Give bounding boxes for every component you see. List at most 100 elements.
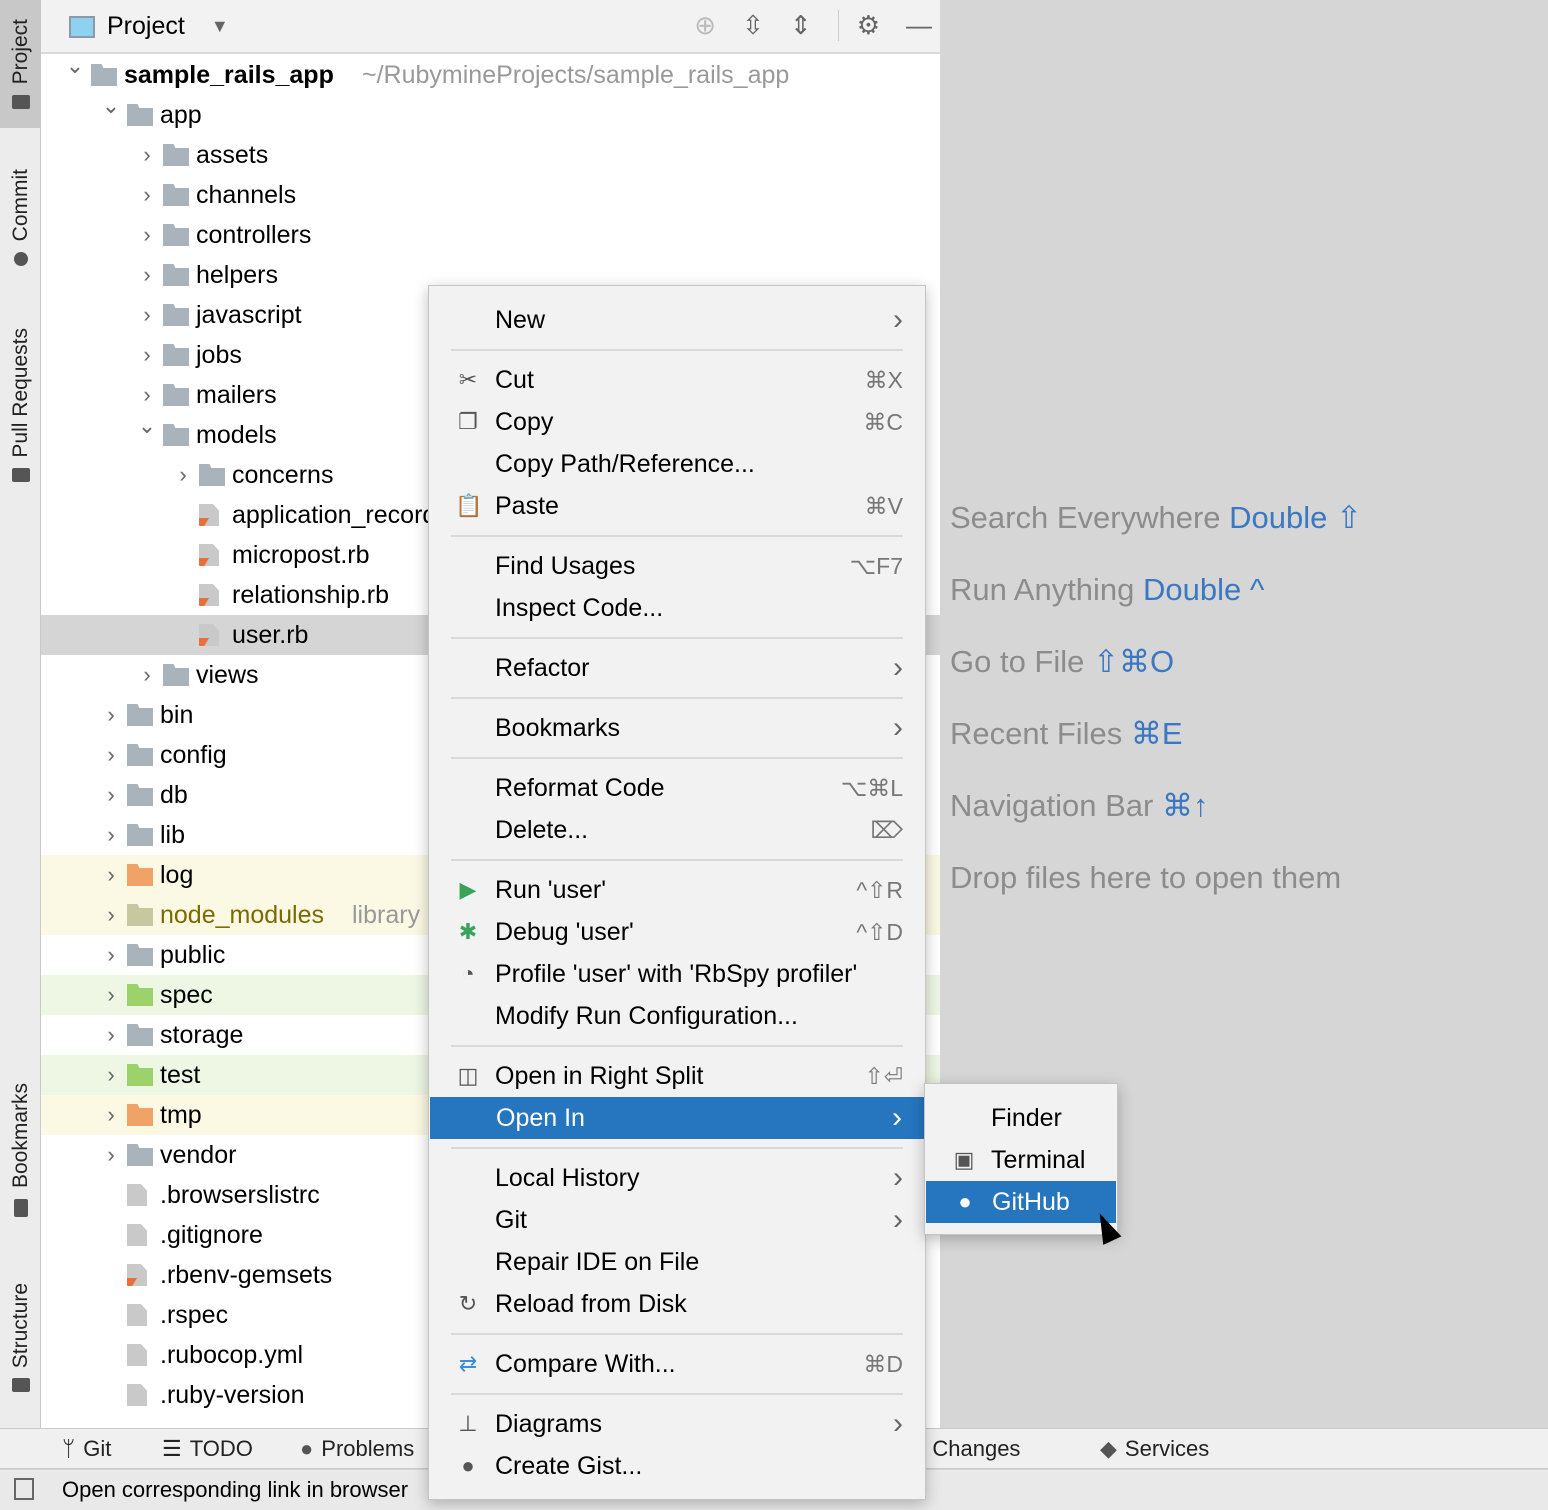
folder-icon <box>127 784 153 806</box>
folder-icon <box>127 984 153 1006</box>
chevron-right-icon[interactable]: › <box>101 822 121 848</box>
chevron-right-icon: › <box>893 1407 903 1441</box>
chevron-right-icon[interactable]: › <box>101 782 121 808</box>
tree-item-label: channels <box>196 181 296 210</box>
expand-all-icon[interactable]: ⇳ <box>742 10 764 41</box>
chevron-right-icon[interactable]: › <box>101 1102 121 1128</box>
tree-row[interactable]: ›assets <box>41 135 940 175</box>
menu-item-compare-with[interactable]: ⇄Compare With...⌘D <box>429 1343 925 1385</box>
chevron-right-icon[interactable]: › <box>101 702 121 728</box>
toolwindow-todo[interactable]: ☰TODO <box>162 1436 253 1462</box>
menu-item-repair-ide-on-file[interactable]: Repair IDE on File <box>429 1241 925 1283</box>
tree-item-label: node_modules <box>160 901 324 930</box>
panel-title: Project <box>107 12 185 41</box>
chevron-right-icon[interactable]: › <box>137 182 157 208</box>
gear-icon[interactable]: ⚙ <box>838 10 880 41</box>
tree-row[interactable]: › controllers <box>41 215 940 255</box>
menu-item-refactor[interactable]: Refactor › <box>429 647 925 689</box>
side-tab-pull-requests[interactable]: Pull Requests <box>0 310 41 500</box>
menu-item-profile-user-with-rbspy-profiler[interactable]: ◔Profile 'user' with 'RbSpy profiler' <box>429 953 925 995</box>
menu-item-label: Find Usages <box>495 552 635 581</box>
chevron-right-icon[interactable]: › <box>101 1022 121 1048</box>
menu-item-reload-from-disk[interactable]: ↻Reload from Disk <box>429 1283 925 1325</box>
chevron-right-icon[interactable]: › <box>137 342 157 368</box>
tree-row[interactable]: › channels <box>41 175 940 215</box>
tree-item-label: lib <box>160 821 185 850</box>
menu-item-open-in-right-split[interactable]: ◫Open in Right Split⇧⏎ <box>429 1055 925 1097</box>
menu-item-git[interactable]: Git› <box>429 1199 925 1241</box>
chevron-down-icon[interactable]: ⌄ <box>137 413 157 439</box>
folder-icon <box>163 224 189 246</box>
chevron-right-icon[interactable]: › <box>137 302 157 328</box>
chevron-right-icon[interactable]: › <box>101 862 121 888</box>
structure-icon <box>12 1378 30 1392</box>
tree-item-label: tmp <box>160 1101 202 1130</box>
side-tab-commit[interactable]: Commit <box>0 150 41 285</box>
toggle-toolwindows-icon[interactable] <box>14 1478 34 1500</box>
menu-item-terminal[interactable]: ▣Terminal <box>925 1139 1117 1181</box>
chevron-right-icon[interactable]: › <box>137 262 157 288</box>
chevron-right-icon[interactable]: › <box>101 902 121 928</box>
tree-item-label: controllers <box>196 221 311 250</box>
menu-item-reformat-code[interactable]: Reformat Code⌥⌘L <box>429 767 925 809</box>
menu-item-copy[interactable]: ❐Copy⌘C <box>429 401 925 443</box>
menu-item-paste[interactable]: 📋Paste⌘V <box>429 485 925 527</box>
chevron-right-icon[interactable]: › <box>101 742 121 768</box>
menu-item-cut[interactable]: ✂Cut⌘X <box>429 359 925 401</box>
tree-row[interactable]: ⌄sample_rails_app~/RubymineProjects/samp… <box>41 55 940 95</box>
chevron-right-icon[interactable]: › <box>101 942 121 968</box>
hint-4: Navigation Bar ⌘↑ <box>950 788 1208 824</box>
hide-icon[interactable]: — <box>906 10 932 41</box>
menu-item-finder[interactable]: Finder <box>925 1097 1117 1139</box>
menu-item-run-user[interactable]: ▶Run 'user'^⇧R <box>429 869 925 911</box>
menu-item-label: Bookmarks <box>495 714 620 743</box>
chevron-right-icon[interactable]: › <box>101 1142 121 1168</box>
menu-item-find-usages[interactable]: Find Usages⌥F7 <box>429 545 925 587</box>
menu-item-label: Profile 'user' with 'RbSpy profiler' <box>495 960 857 989</box>
side-tab-structure[interactable]: Structure <box>0 1265 41 1410</box>
side-tab-bookmarks[interactable]: Bookmarks <box>0 1070 41 1230</box>
menu-item-github[interactable]: ●GitHub <box>926 1181 1116 1223</box>
menu-item-modify-run-configuration[interactable]: Modify Run Configuration... <box>429 995 925 1037</box>
chevron-right-icon[interactable]: › <box>101 982 121 1008</box>
menu-item-create-gist[interactable]: ●Create Gist... <box>429 1445 925 1487</box>
chevron-right-icon[interactable]: › <box>101 1062 121 1088</box>
toolwindow-services[interactable]: ◆Services <box>1100 1436 1209 1462</box>
menu-item-label: Refactor <box>495 654 589 683</box>
chevron-right-icon[interactable]: › <box>137 142 157 168</box>
toolwindow-problems[interactable]: ●Problems <box>300 1436 414 1462</box>
folder-icon <box>127 904 153 926</box>
menu-item-copy-path-reference[interactable]: Copy Path/Reference... <box>429 443 925 485</box>
hint-5: Drop files here to open them <box>950 860 1341 896</box>
tool-window-strip: Project Commit Pull Requests Bookmarks S… <box>0 0 41 1428</box>
chevron-down-icon[interactable]: ⌄ <box>101 93 121 119</box>
side-tab-label: Project <box>9 19 33 84</box>
toolwindow-git[interactable]: ᛘGit <box>62 1436 111 1462</box>
menu-item-bookmarks[interactable]: Bookmarks› <box>429 707 925 749</box>
context-menu: New› ✂Cut⌘X❐Copy⌘CCopy Path/Reference...📋… <box>428 285 926 1500</box>
menu-item-open-in[interactable]: Open In› <box>430 1097 924 1139</box>
side-tab-project[interactable]: Project <box>0 0 41 128</box>
hint-3: Recent Files ⌘E <box>950 716 1183 752</box>
menu-item-new[interactable]: New› <box>429 299 925 341</box>
chevron-right-icon[interactable]: › <box>173 462 193 488</box>
menu-item-diagrams[interactable]: ⊥Diagrams› <box>429 1403 925 1445</box>
collapse-all-icon[interactable]: ⇕ <box>790 10 812 41</box>
menu-item-debug-user[interactable]: ✱Debug 'user'^⇧D <box>429 911 925 953</box>
chevron-right-icon[interactable]: › <box>137 222 157 248</box>
menu-item-label: Create Gist... <box>495 1452 642 1481</box>
tree-item-label: .rubocop.yml <box>160 1341 303 1370</box>
folder-icon <box>127 744 153 766</box>
locate-icon[interactable]: ⊕ <box>694 10 716 41</box>
menu-item-delete[interactable]: Delete...⌦ <box>429 809 925 851</box>
ruby-file-icon <box>199 504 219 526</box>
chevron-down-icon[interactable]: ⌄ <box>65 53 85 79</box>
chevron-right-icon: › <box>893 651 903 685</box>
toolwindow-label: Git <box>83 1436 111 1462</box>
chevron-right-icon[interactable]: › <box>137 662 157 688</box>
tree-row[interactable]: ⌄app <box>41 95 940 135</box>
chevron-right-icon[interactable]: › <box>137 382 157 408</box>
menu-item-local-history[interactable]: Local History› <box>429 1157 925 1199</box>
view-selector[interactable]: Project▼ <box>69 12 229 41</box>
menu-item-inspect-code[interactable]: Inspect Code... <box>429 587 925 629</box>
